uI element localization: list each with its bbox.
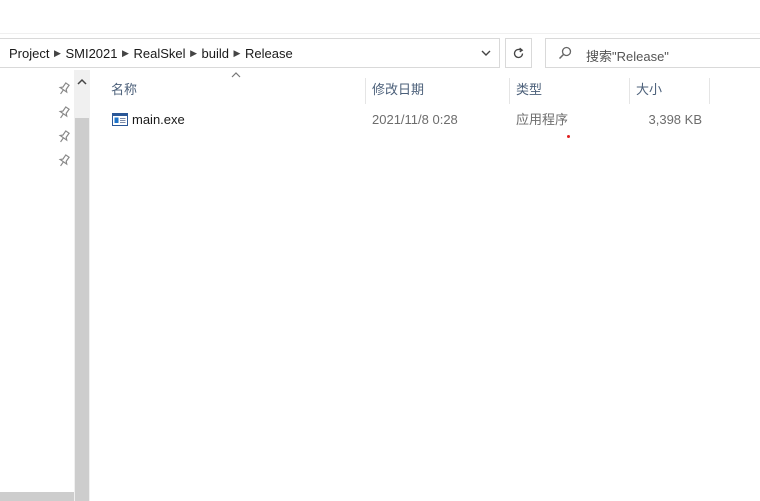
breadcrumb-item-realskel[interactable]: RealSkel — [134, 46, 186, 61]
chevron-up-icon[interactable] — [77, 78, 87, 85]
search-icon — [558, 46, 572, 60]
chevron-right-icon[interactable]: ▶ — [49, 48, 65, 59]
file-name[interactable]: main.exe — [132, 108, 185, 132]
file-date: 2021/11/8 0:28 — [372, 112, 458, 127]
file-type: 应用程序 — [516, 112, 569, 127]
file-size: 3,398 KB — [648, 112, 703, 127]
address-bar[interactable]: Project ▶ SMI2021 ▶ RealSkel ▶ build ▶ R… — [0, 38, 500, 68]
chevron-right-icon[interactable]: ▶ — [118, 48, 134, 59]
column-divider[interactable] — [709, 78, 710, 104]
chevron-down-icon[interactable] — [474, 39, 498, 67]
breadcrumb: Project ▶ SMI2021 ▶ RealSkel ▶ build ▶ R… — [9, 39, 293, 67]
scrollbar-thumb[interactable] — [75, 118, 89, 501]
refresh-button[interactable] — [505, 38, 532, 68]
column-divider[interactable] — [365, 78, 366, 104]
chevron-right-icon[interactable]: ▶ — [229, 48, 245, 59]
pin-icon[interactable] — [58, 82, 70, 96]
cursor-dot — [567, 135, 570, 138]
toolbar-strip — [0, 0, 760, 34]
column-divider[interactable] — [509, 78, 510, 104]
column-header-name[interactable]: 名称 — [111, 78, 137, 102]
column-header-size[interactable]: 大小 — [636, 78, 662, 102]
horizontal-scrollbar-thumb[interactable] — [0, 492, 74, 501]
search-input[interactable]: 搜索"Release" — [545, 38, 760, 68]
breadcrumb-item-project[interactable]: Project — [9, 46, 49, 61]
chevron-right-icon[interactable]: ▶ — [186, 48, 202, 59]
column-header-type[interactable]: 类型 — [516, 78, 542, 102]
pin-icon[interactable] — [58, 130, 70, 144]
breadcrumb-item-build[interactable]: build — [202, 46, 229, 61]
sort-ascending-icon — [231, 72, 241, 78]
navigation-scrollbar[interactable] — [74, 70, 90, 501]
pin-icon[interactable] — [58, 106, 70, 120]
column-header-date[interactable]: 修改日期 — [372, 78, 424, 102]
breadcrumb-item-smi2021[interactable]: SMI2021 — [65, 46, 117, 61]
breadcrumb-item-release[interactable]: Release — [245, 46, 293, 61]
navigation-pane[interactable] — [0, 70, 74, 501]
column-divider[interactable] — [629, 78, 630, 104]
file-row[interactable]: main.exe 2021/11/8 0:28 应用程序 3,398 KB — [104, 108, 710, 132]
refresh-icon — [513, 47, 524, 58]
search-placeholder: 搜索"Release" — [586, 49, 669, 64]
pin-icon[interactable] — [58, 154, 70, 168]
exe-file-icon — [112, 113, 128, 126]
